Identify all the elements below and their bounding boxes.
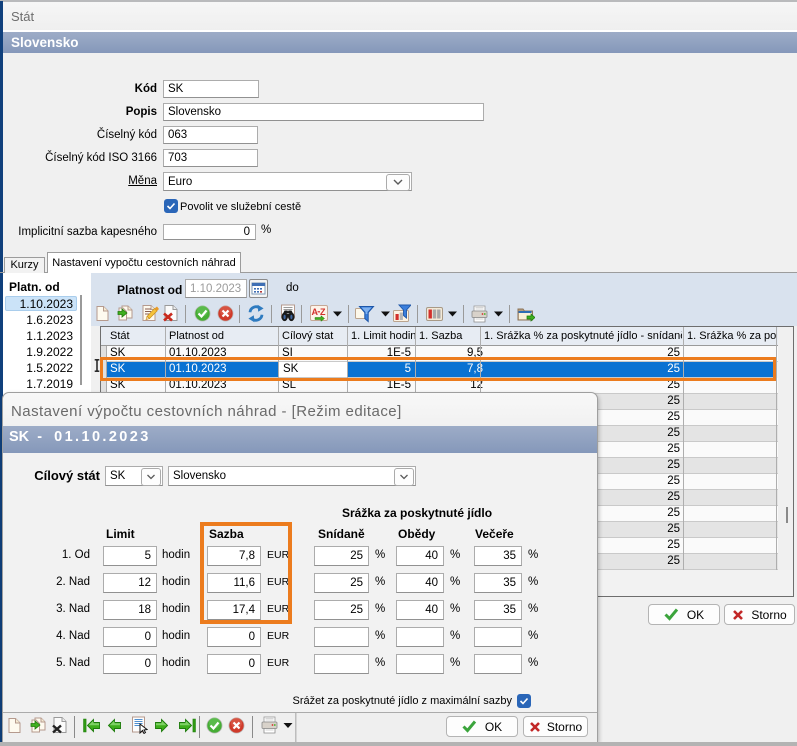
svg-text:A: A (312, 307, 319, 317)
